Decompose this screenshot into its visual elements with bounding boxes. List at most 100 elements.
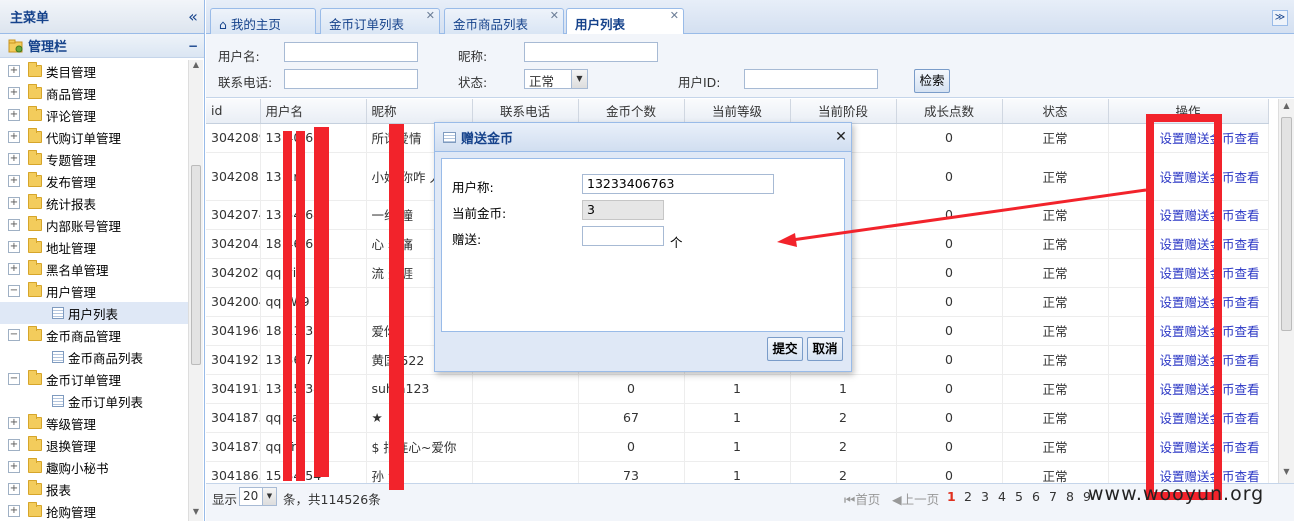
- username-input[interactable]: [284, 42, 418, 62]
- expand-icon[interactable]: +: [8, 439, 20, 451]
- close-icon[interactable]: ✕: [426, 9, 435, 22]
- menu-item[interactable]: + 抢购管理: [0, 500, 188, 521]
- col-header-phone[interactable]: 联系电话: [472, 99, 579, 124]
- dialog-header[interactable]: 赠送金币 ✕: [435, 123, 851, 152]
- view-link[interactable]: 查看: [1234, 266, 1259, 281]
- menu-scroll-thumb[interactable]: [191, 165, 201, 365]
- menu-item[interactable]: + 统计报表: [0, 192, 188, 214]
- menu-item[interactable]: + 评论管理: [0, 104, 188, 126]
- table-row[interactable]: 304191813 15 34suh a1230110正常设置赠送金币查看: [206, 374, 1269, 404]
- view-link[interactable]: 查看: [1234, 324, 1259, 339]
- tab-user-list[interactable]: 用户列表 ✕: [566, 8, 684, 35]
- col-header-nickname[interactable]: 昵称: [366, 99, 473, 124]
- tab-home[interactable]: ⌂ 我的主页: [210, 8, 316, 34]
- dialog-gift-amount-input[interactable]: [582, 226, 664, 246]
- table-row[interactable]: 3041873qq za★67120正常设置赠送金币查看: [206, 403, 1269, 433]
- prev-page-link[interactable]: ◀上一页: [892, 489, 939, 508]
- page-number-link[interactable]: 5: [1015, 489, 1023, 504]
- page-size-select[interactable]: 20 ▼: [239, 487, 277, 506]
- view-link[interactable]: 查看: [1234, 237, 1259, 252]
- page-number-link[interactable]: 3: [981, 489, 989, 504]
- tab-coin-orders[interactable]: 金币订单列表 ✕: [320, 8, 440, 34]
- expand-icon[interactable]: +: [8, 241, 20, 253]
- menu-item[interactable]: + 等级管理: [0, 412, 188, 434]
- menu-item[interactable]: + 地址管理: [0, 236, 188, 258]
- first-page-link[interactable]: ⏮首页: [844, 489, 880, 508]
- menu-item[interactable]: 用户列表: [0, 302, 188, 324]
- status-select[interactable]: 正常 ▼: [524, 69, 588, 89]
- grid-scrollbar[interactable]: ▲ ▼: [1278, 99, 1294, 483]
- menu-item[interactable]: + 退换管理: [0, 434, 188, 456]
- view-link[interactable]: 查看: [1234, 382, 1259, 397]
- page-number-link[interactable]: 1: [947, 489, 956, 504]
- col-header-id[interactable]: id: [206, 99, 261, 124]
- col-header-stage[interactable]: 当前阶段: [790, 99, 897, 124]
- expand-icon[interactable]: +: [8, 109, 20, 121]
- view-link[interactable]: 查看: [1234, 469, 1259, 483]
- expand-icon[interactable]: +: [8, 263, 20, 275]
- view-link[interactable]: 查看: [1234, 295, 1259, 310]
- menu-item[interactable]: + 黑名单管理: [0, 258, 188, 280]
- collapse-icon[interactable]: −: [8, 373, 20, 385]
- expand-icon[interactable]: +: [8, 153, 20, 165]
- col-header-level[interactable]: 当前等级: [684, 99, 791, 124]
- dialog-username-field[interactable]: 13233406763: [582, 174, 774, 194]
- menu-item[interactable]: + 专题管理: [0, 148, 188, 170]
- view-link[interactable]: 查看: [1234, 353, 1259, 368]
- scroll-up-icon[interactable]: ▲: [1279, 101, 1294, 115]
- menu-item[interactable]: + 报表: [0, 478, 188, 500]
- view-link[interactable]: 查看: [1234, 440, 1259, 455]
- view-link[interactable]: 查看: [1234, 208, 1259, 223]
- scroll-down-icon[interactable]: ▼: [189, 507, 203, 521]
- expand-icon[interactable]: +: [8, 505, 20, 517]
- table-row[interactable]: 304186515 34 54孙 湿73120正常设置赠送金币查看: [206, 461, 1269, 483]
- expand-icon[interactable]: +: [8, 87, 20, 99]
- menu-item[interactable]: + 内部账号管理: [0, 214, 188, 236]
- close-icon[interactable]: ✕: [670, 9, 679, 22]
- menu-item[interactable]: − 金币订单管理: [0, 368, 188, 390]
- page-number-link[interactable]: 6: [1032, 489, 1040, 504]
- cancel-button[interactable]: 取消: [807, 337, 843, 361]
- expand-icon[interactable]: +: [8, 175, 20, 187]
- view-link[interactable]: 查看: [1234, 170, 1259, 185]
- tab-menu-icon[interactable]: ≫: [1272, 10, 1288, 26]
- tab-coin-products[interactable]: 金币商品列表 ✕: [444, 8, 564, 34]
- userid-input[interactable]: [744, 69, 878, 89]
- expand-icon[interactable]: +: [8, 417, 20, 429]
- page-number-link[interactable]: 2: [964, 489, 972, 504]
- page-number-link[interactable]: 8: [1066, 489, 1074, 504]
- expand-icon[interactable]: +: [8, 483, 20, 495]
- menu-item[interactable]: + 类目管理: [0, 60, 188, 82]
- expand-icon[interactable]: +: [8, 65, 20, 77]
- col-header-status[interactable]: 状态: [1002, 99, 1109, 124]
- section-collapse-icon[interactable]: −: [182, 39, 204, 53]
- menu-item[interactable]: + 发布管理: [0, 170, 188, 192]
- menu-item[interactable]: 金币商品列表: [0, 346, 188, 368]
- expand-icon[interactable]: +: [8, 197, 20, 209]
- expand-icon[interactable]: +: [8, 461, 20, 473]
- col-header-coins[interactable]: 金币个数: [578, 99, 685, 124]
- menu-scrollbar[interactable]: ▲ ▼: [188, 60, 203, 521]
- collapse-icon[interactable]: −: [8, 329, 20, 341]
- expand-icon[interactable]: +: [8, 219, 20, 231]
- page-number-link[interactable]: 4: [998, 489, 1006, 504]
- grid-scroll-thumb[interactable]: [1281, 117, 1292, 331]
- table-row[interactable]: 3041872qq Tr$ 指连心~爱你0120正常设置赠送金币查看: [206, 432, 1269, 462]
- menu-item[interactable]: − 用户管理: [0, 280, 188, 302]
- col-header-username[interactable]: 用户名: [260, 99, 367, 124]
- collapse-menu-icon[interactable]: «: [182, 7, 204, 26]
- close-icon[interactable]: ✕: [550, 9, 559, 22]
- expand-icon[interactable]: +: [8, 131, 20, 143]
- menu-item[interactable]: 金币订单列表: [0, 390, 188, 412]
- collapse-icon[interactable]: −: [8, 285, 20, 297]
- search-button[interactable]: 检索: [914, 69, 950, 93]
- submit-button[interactable]: 提交: [767, 337, 803, 361]
- col-header-growth[interactable]: 成长点数: [896, 99, 1003, 124]
- scroll-down-icon[interactable]: ▼: [1279, 467, 1294, 481]
- management-section-header[interactable]: 管理栏 −: [0, 34, 204, 58]
- menu-item[interactable]: + 商品管理: [0, 82, 188, 104]
- view-link[interactable]: 查看: [1234, 411, 1259, 426]
- menu-item[interactable]: + 代购订单管理: [0, 126, 188, 148]
- close-icon[interactable]: ✕: [831, 129, 851, 145]
- page-number-link[interactable]: 7: [1049, 489, 1057, 504]
